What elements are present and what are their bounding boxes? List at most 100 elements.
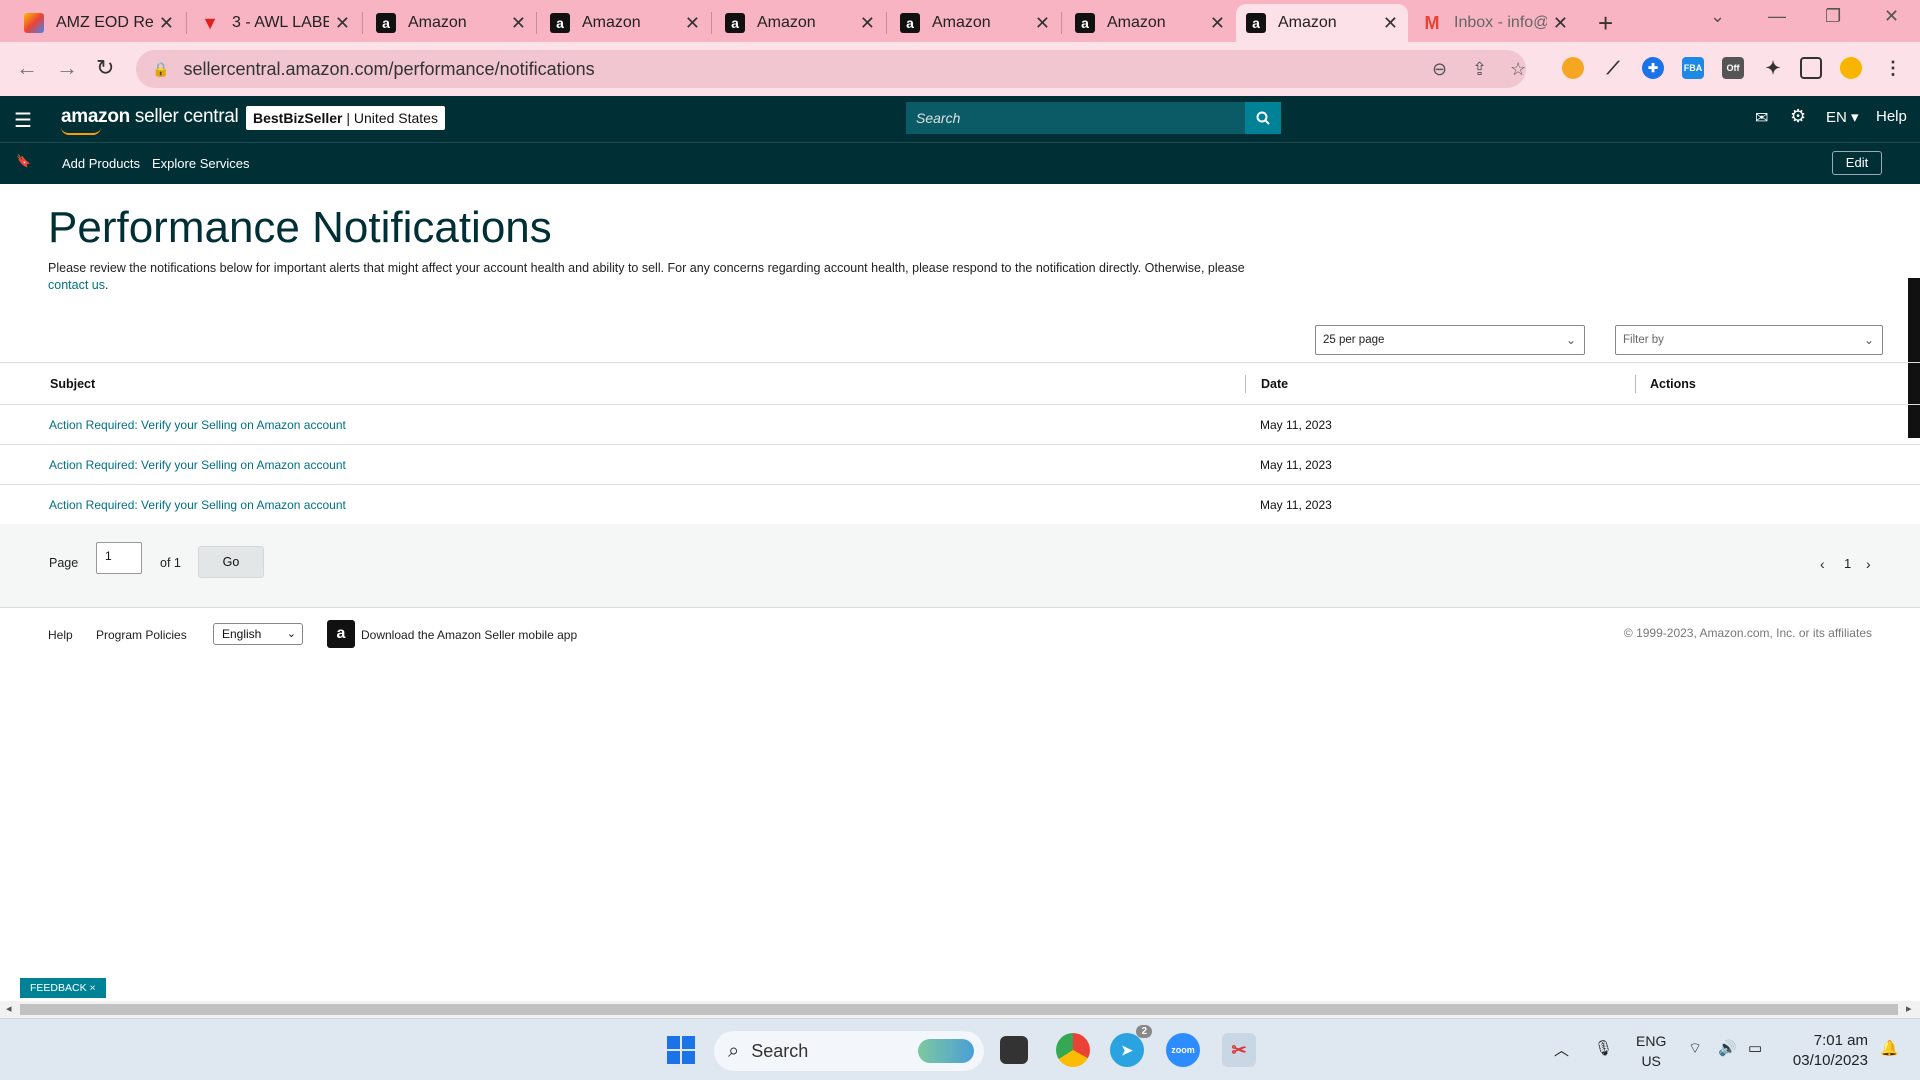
close-tab-icon[interactable]: ✕: [1553, 13, 1568, 34]
v-logo-icon: ▼: [201, 12, 219, 33]
off-extension-icon[interactable]: Off: [1722, 57, 1744, 79]
chrome-icon[interactable]: [1056, 1033, 1090, 1067]
browser-tab-5[interactable]: a Amazon ✕: [715, 4, 885, 42]
notification-bell-icon[interactable]: 🔔: [1880, 1039, 1899, 1057]
footer-help-link[interactable]: Help: [48, 628, 73, 642]
minimize-icon[interactable]: —: [1768, 6, 1786, 27]
task-view-icon[interactable]: [1000, 1036, 1028, 1064]
forward-arrow-icon[interactable]: →: [56, 55, 78, 81]
extension-icon-3[interactable]: ✚: [1642, 57, 1664, 79]
store-region: United States: [353, 110, 438, 126]
wifi-icon[interactable]: ⌔: [1688, 1039, 1702, 1058]
download-app-link[interactable]: Download the Amazon Seller mobile app: [361, 628, 577, 642]
microphone-icon[interactable]: 🎙: [1594, 1039, 1613, 1057]
browser-tab-strip: AMZ EOD Re ✕ ▼ 3 - AWL LABE ✕ a Amazon ✕…: [0, 0, 1920, 42]
footer-program-policies-link[interactable]: Program Policies: [96, 628, 187, 642]
more-menu-icon[interactable]: ⋮: [1882, 57, 1904, 79]
extensions-puzzle-icon[interactable]: ✦: [1762, 57, 1784, 79]
contact-us-link[interactable]: contact us: [48, 278, 105, 292]
browser-tab-8-active[interactable]: a Amazon ✕: [1236, 4, 1408, 42]
zoom-icon[interactable]: zoom: [1166, 1033, 1200, 1067]
horizontal-scrollbar[interactable]: ◂ ▸: [0, 1001, 1920, 1018]
filter-select[interactable]: Filter by ⌄: [1615, 325, 1883, 355]
close-window-icon[interactable]: ✕: [1884, 6, 1899, 27]
gear-icon[interactable]: ⚙: [1790, 106, 1806, 127]
back-arrow-icon[interactable]: ←: [16, 55, 38, 81]
address-bar[interactable]: 🔒 sellercentral.amazon.com/performance/n…: [136, 50, 1526, 88]
nav-add-products[interactable]: Add Products: [62, 156, 140, 171]
browser-tab-2[interactable]: ▼ 3 - AWL LABE ✕: [190, 4, 360, 42]
tray-overflow-chevron-icon[interactable]: ︿: [1554, 1039, 1569, 1060]
search-button[interactable]: [1245, 102, 1281, 134]
maximize-icon[interactable]: ❐: [1825, 6, 1841, 27]
tab-search-chevron-icon[interactable]: ⌄: [1710, 6, 1725, 27]
extension-icon-2[interactable]: ⟋: [1602, 57, 1624, 79]
browser-tab-1[interactable]: AMZ EOD Re ✕: [14, 4, 184, 42]
filter-placeholder: Filter by: [1623, 334, 1664, 346]
browser-tab-9[interactable]: M Inbox - info@ ✕: [1412, 4, 1578, 42]
page-footer: Help Program Policies English ⌄ a Downlo…: [0, 612, 1920, 658]
profile-avatar[interactable]: [1840, 57, 1862, 79]
go-button[interactable]: Go: [198, 546, 264, 578]
close-tab-icon[interactable]: ✕: [860, 13, 875, 34]
notification-subject-link[interactable]: Action Required: Verify your Selling on …: [49, 405, 346, 444]
bookmark-star-icon[interactable]: ☆: [1510, 59, 1526, 80]
volume-icon[interactable]: 🔊: [1718, 1039, 1737, 1057]
browser-tab-7[interactable]: a Amazon ✕: [1065, 4, 1235, 42]
close-tab-icon[interactable]: ✕: [159, 13, 174, 34]
language-code: EN: [1826, 109, 1847, 126]
notification-subject-link[interactable]: Action Required: Verify your Selling on …: [49, 445, 346, 484]
browser-tab-6[interactable]: a Amazon ✕: [890, 4, 1060, 42]
bookmark-icon[interactable]: 🔖: [16, 154, 31, 168]
column-header-subject[interactable]: Subject: [50, 363, 95, 404]
edit-nav-button[interactable]: Edit: [1832, 151, 1882, 175]
mail-icon[interactable]: ✉: [1755, 108, 1768, 128]
system-clock[interactable]: 7:01 am 03/10/2023: [1793, 1031, 1868, 1071]
nav-explore-services[interactable]: Explore Services: [152, 156, 250, 171]
notification-subject-link[interactable]: Action Required: Verify your Selling on …: [49, 485, 346, 524]
close-tab-icon[interactable]: ✕: [511, 13, 526, 34]
extension-icon-1[interactable]: [1562, 57, 1584, 79]
language-selector[interactable]: EN ▾: [1826, 108, 1859, 126]
taskbar-search-label: Search: [751, 1040, 809, 1061]
close-tab-icon[interactable]: ✕: [1383, 13, 1398, 34]
footer-language-select[interactable]: English ⌄: [213, 623, 303, 645]
column-header-date[interactable]: Date: [1261, 363, 1288, 404]
windows-start-icon[interactable]: [664, 1033, 698, 1067]
current-page-number[interactable]: 1: [1844, 556, 1851, 571]
hamburger-menu-icon[interactable]: ☰: [14, 108, 32, 133]
close-tab-icon[interactable]: ✕: [685, 13, 700, 34]
prev-page-chevron-icon[interactable]: ‹: [1820, 556, 1825, 572]
battery-icon[interactable]: ▭: [1748, 1039, 1762, 1057]
reload-icon[interactable]: ↻: [96, 55, 114, 81]
store-selector[interactable]: BestBizSeller | United States: [246, 106, 445, 130]
gmail-icon: M: [1424, 12, 1440, 33]
snipping-tool-icon[interactable]: ✂: [1222, 1033, 1256, 1067]
close-tab-icon[interactable]: ✕: [1035, 13, 1050, 34]
fba-extension-icon[interactable]: FBA: [1682, 57, 1704, 79]
page-number-input[interactable]: 1: [96, 542, 142, 574]
side-panel-icon[interactable]: [1800, 57, 1822, 79]
browser-tab-4[interactable]: a Amazon ✕: [540, 4, 710, 42]
new-tab-plus-icon[interactable]: +: [1598, 8, 1613, 39]
scroll-left-arrow-icon[interactable]: ◂: [6, 1002, 12, 1015]
browser-tab-3[interactable]: a Amazon ✕: [366, 4, 536, 42]
help-link[interactable]: Help: [1876, 108, 1907, 125]
tab-title: Amazon: [1107, 14, 1166, 31]
scroll-right-arrow-icon[interactable]: ▸: [1906, 1002, 1912, 1015]
per-page-select[interactable]: 25 per page ⌄: [1315, 325, 1585, 355]
input-language-indicator[interactable]: ENG US: [1636, 1031, 1666, 1071]
taskbar-search[interactable]: ⌕ Search: [714, 1031, 984, 1071]
telegram-icon[interactable]: ➤ 2: [1110, 1025, 1152, 1067]
scrollbar-thumb[interactable]: [20, 1004, 1898, 1015]
close-tab-icon[interactable]: ✕: [1210, 13, 1225, 34]
amazon-app-icon[interactable]: a: [327, 620, 355, 648]
feedback-button[interactable]: FEEDBACK ×: [20, 978, 106, 998]
next-page-chevron-icon[interactable]: ›: [1866, 556, 1871, 572]
telegram-badge: 2: [1136, 1025, 1152, 1038]
close-tab-icon[interactable]: ✕: [335, 13, 350, 34]
share-icon[interactable]: ⇪: [1472, 59, 1487, 80]
zoom-icon[interactable]: ⊖: [1432, 59, 1447, 80]
header-search-input[interactable]: Search: [906, 102, 1245, 134]
seller-central-logo[interactable]: amazon seller central: [61, 106, 239, 135]
